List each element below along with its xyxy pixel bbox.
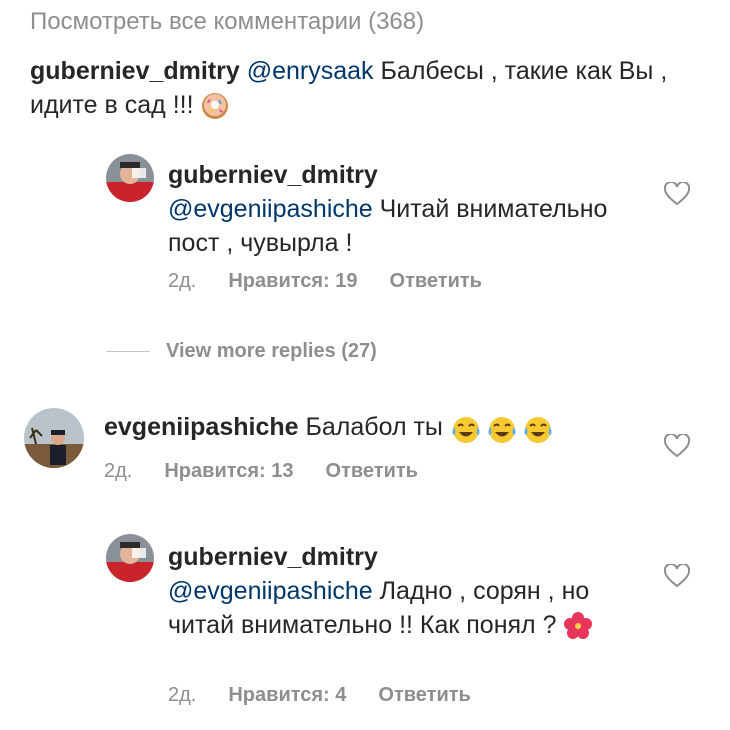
user-photo-icon [24,408,84,468]
reply-2-mention[interactable]: @evgeniipashiche [168,577,373,605]
caption-mention[interactable]: @enrysaak [247,57,374,85]
comment-text: Балабол ты [298,413,443,441]
avatar[interactable] [24,408,84,468]
reply-2-username[interactable]: guberniev_dmitry [168,543,378,571]
reply-1-likes[interactable]: Нравится: 19 [228,270,357,292]
user-photo-icon [106,154,154,202]
divider-line [106,351,150,352]
view-more-replies-label[interactable]: View more replies (27) [166,340,377,363]
reply-2-meta: 2д. Нравится: 4 Ответить [168,684,471,707]
reply-2-reply-button[interactable]: Ответить [378,684,470,706]
reply-1-username[interactable]: guberniev_dmitry [168,161,378,189]
reply-1-mention[interactable]: @evgeniipashiche [168,195,373,223]
tears-of-joy-icon [450,411,554,445]
comment-meta: 2д. Нравится: 13 Ответить [104,460,418,483]
view-all-comments-link[interactable]: Посмотреть все комментарии (368) [30,8,424,36]
user-photo-icon [106,534,154,582]
reply-1-meta: 2д. Нравится: 19 Ответить [168,270,482,293]
comment-time: 2д. [104,460,133,482]
reply-1-reply-button[interactable]: Ответить [390,270,482,292]
like-heart-icon[interactable] [664,564,690,588]
comment: evgeniipashiche Балабол ты [104,410,644,445]
comment-username[interactable]: evgeniipashiche [104,413,299,441]
reply-2-likes[interactable]: Нравится: 4 [228,684,346,706]
donut-icon [202,93,229,120]
like-heart-icon[interactable] [664,182,690,206]
caption: guberniev_dmitry @enrysaak Балбесы , так… [30,54,710,122]
caption-username[interactable]: guberniev_dmitry [30,57,240,85]
comment-reply-button[interactable]: Ответить [326,460,418,482]
reply-comment-2: guberniev_dmitry @evgeniipashiche Ладно … [168,540,638,642]
reply-comment-1: guberniev_dmitry @evgeniipashiche Читай … [168,158,638,260]
avatar[interactable] [106,154,154,202]
hibiscus-icon [564,612,593,640]
reply-2-time: 2д. [168,684,197,706]
reply-1-time: 2д. [168,270,197,292]
view-more-replies[interactable]: View more replies (27) [106,340,377,363]
avatar[interactable] [106,534,154,582]
comment-likes[interactable]: Нравится: 13 [164,460,293,482]
like-heart-icon[interactable] [664,434,690,458]
